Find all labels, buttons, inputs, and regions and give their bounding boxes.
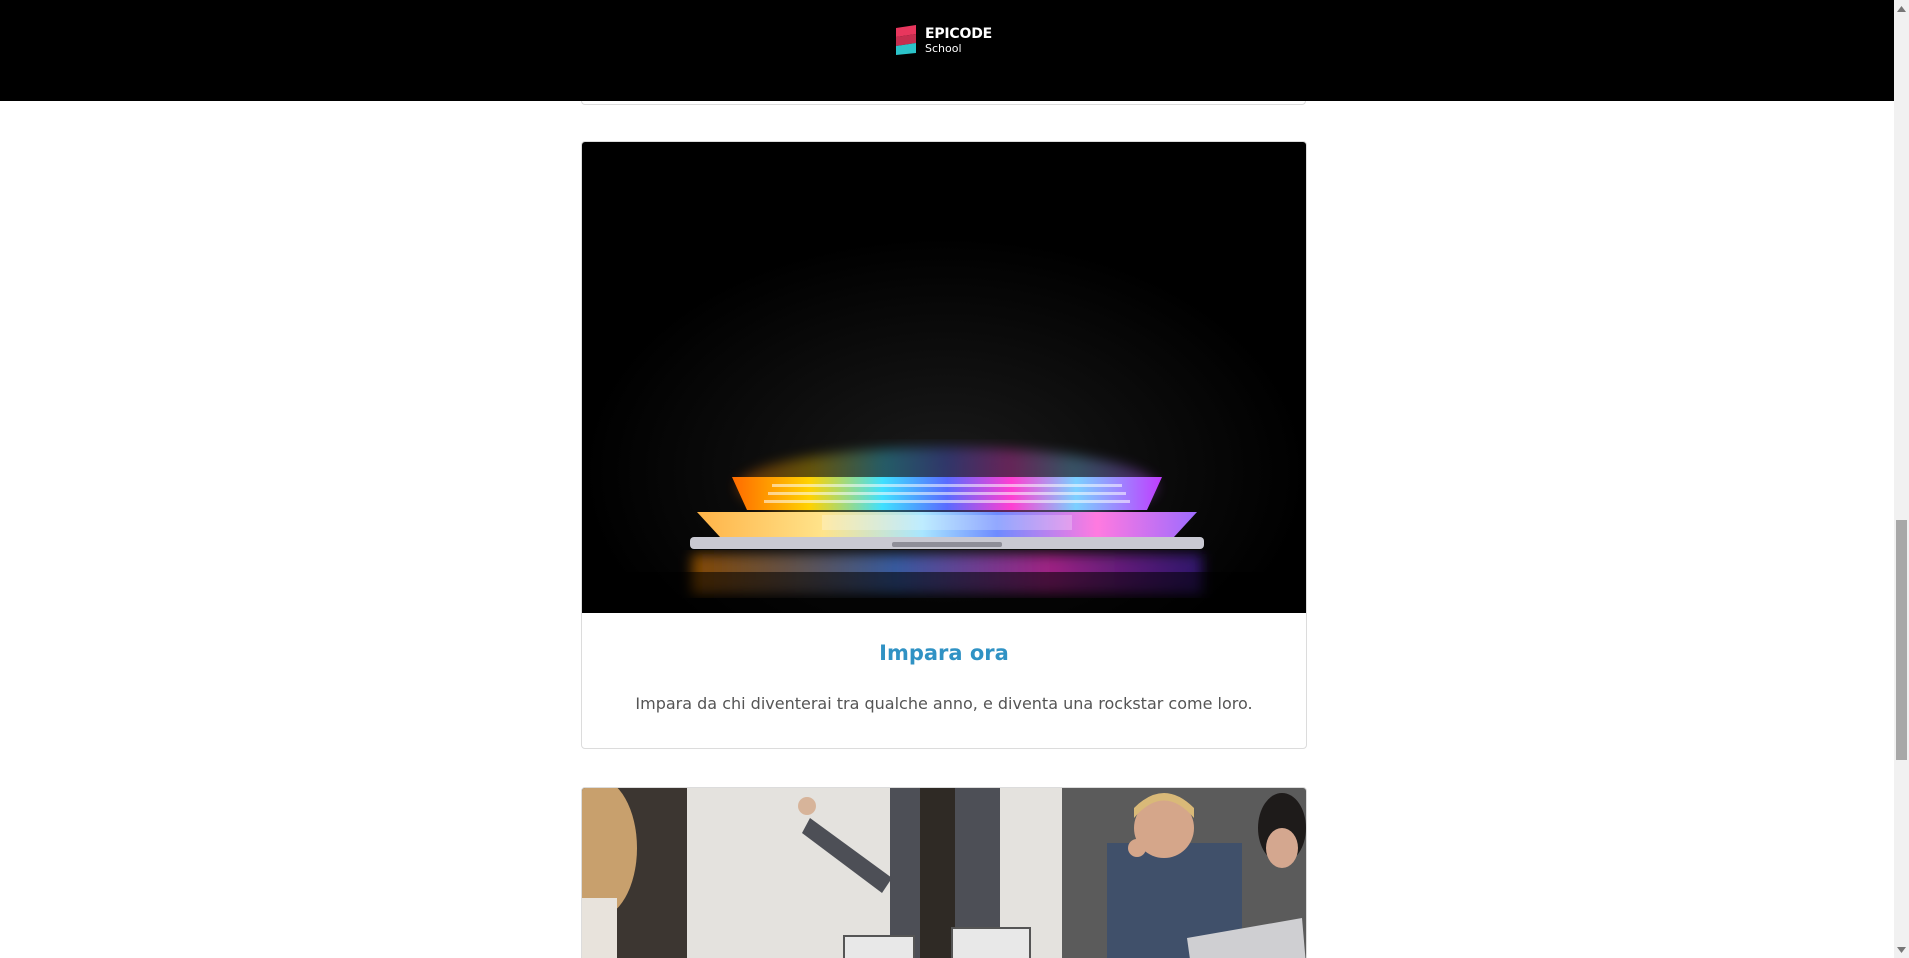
epicode-logo[interactable]: EPICODE School [894, 24, 992, 56]
course-card [581, 787, 1307, 958]
scrollbar-thumb[interactable] [1896, 520, 1907, 760]
card-description: Impara da chi diventerai tra qualche ann… [635, 694, 1253, 713]
card-title[interactable]: Impara ora [602, 613, 1286, 666]
scroll-down-arrow-icon[interactable] [1894, 941, 1909, 958]
vertical-scrollbar[interactable] [1894, 0, 1909, 958]
course-card: Impara ora Impara da chi diventerai tra … [581, 141, 1307, 749]
site-header: EPICODE School [0, 0, 1894, 101]
epicode-logo-icon [896, 25, 916, 55]
logo-subtitle: School [925, 41, 962, 55]
laptop-photo [582, 142, 1306, 613]
office-meeting-photo [582, 788, 1306, 958]
page-viewport: Impara ora Impara da chi diventerai tra … [0, 0, 1909, 958]
logo-title: EPICODE [925, 25, 992, 42]
scroll-up-arrow-icon[interactable] [1894, 0, 1909, 17]
card-body: Impara ora Impara da chi diventerai tra … [582, 613, 1306, 715]
